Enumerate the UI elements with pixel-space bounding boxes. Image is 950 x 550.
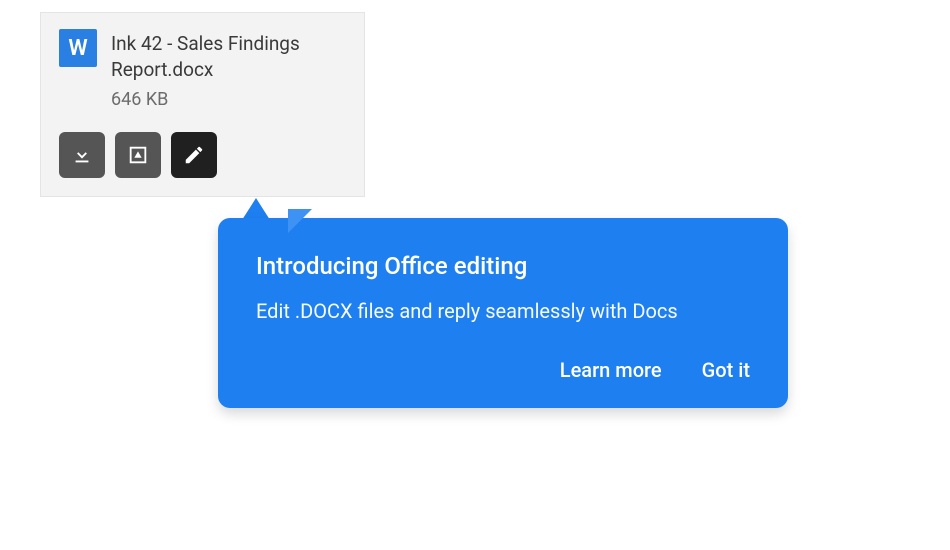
download-icon [71, 144, 93, 166]
pencil-icon [183, 144, 205, 166]
download-button[interactable] [59, 132, 105, 178]
attachment-card: W Ink 42 - Sales Findings Report.docx 64… [40, 12, 365, 197]
learn-more-button[interactable]: Learn more [560, 358, 662, 382]
file-meta: Ink 42 - Sales Findings Report.docx 646 … [111, 29, 346, 110]
tooltip-body: Edit .DOCX files and reply seamlessly wi… [256, 296, 750, 326]
tooltip-title: Introducing Office editing [256, 252, 750, 280]
attachment-actions [59, 132, 346, 178]
word-file-icon: W [59, 29, 97, 67]
save-to-drive-icon [126, 144, 150, 166]
file-name: Ink 42 - Sales Findings Report.docx [111, 31, 346, 83]
got-it-button[interactable]: Got it [702, 358, 750, 382]
tooltip-arrow [242, 198, 270, 220]
attachment-header: W Ink 42 - Sales Findings Report.docx 64… [59, 29, 346, 110]
file-size: 646 KB [111, 89, 346, 110]
tooltip-corner-fold [288, 209, 312, 233]
tooltip-actions: Learn more Got it [256, 358, 750, 382]
edit-button[interactable] [171, 132, 217, 178]
feature-tooltip: Introducing Office editing Edit .DOCX fi… [218, 218, 788, 408]
save-to-drive-button[interactable] [115, 132, 161, 178]
